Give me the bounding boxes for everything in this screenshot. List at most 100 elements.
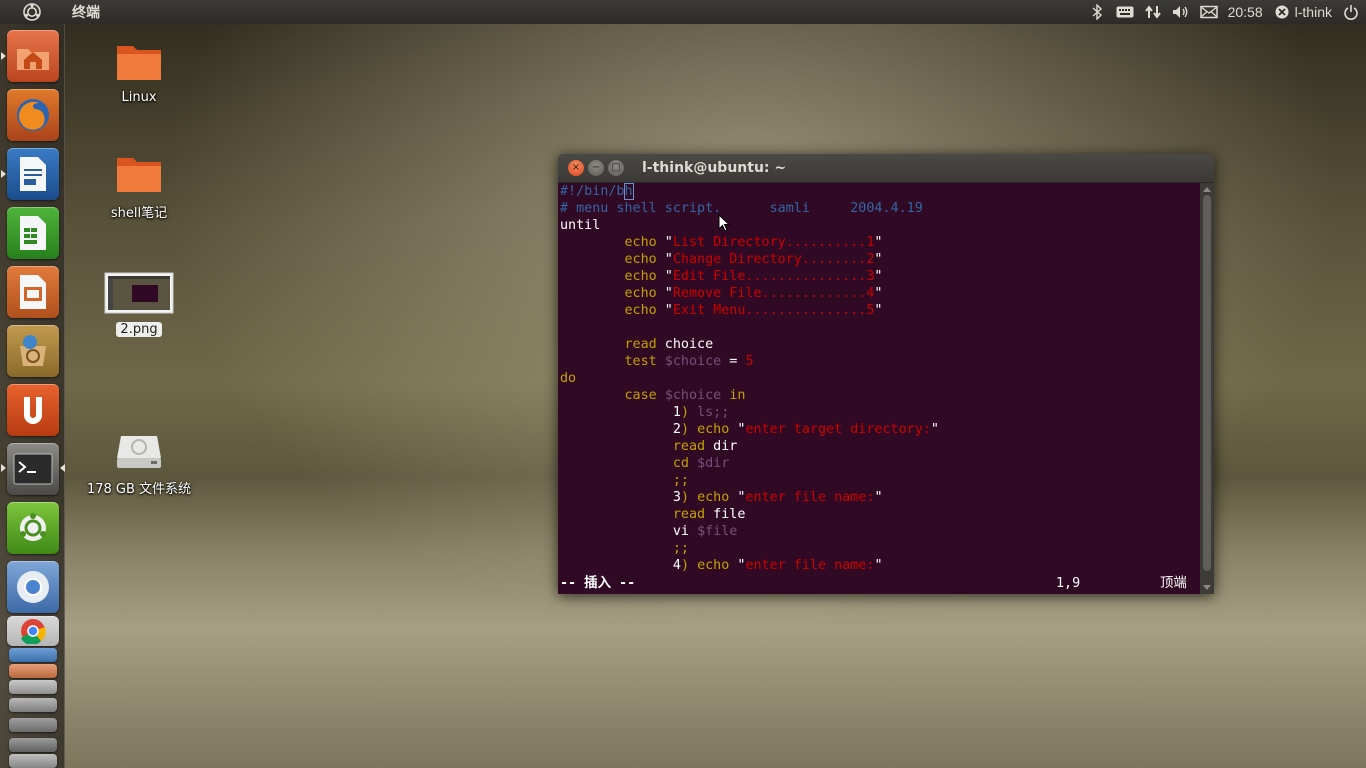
- terminal-text-area[interactable]: #!/bin/bh # menu shell script. samli 2004…: [558, 183, 1200, 594]
- terminal-line: 3) echo "enter file name:": [560, 489, 1200, 506]
- code-token: echo: [697, 490, 730, 505]
- window-titlebar[interactable]: × − □ l-think@ubuntu: ~: [558, 154, 1214, 183]
- code-token: echo: [624, 235, 657, 250]
- stacked-launcher-item[interactable]: [9, 648, 57, 662]
- code-token: case: [624, 388, 657, 403]
- running-indicator: [1, 170, 6, 178]
- code-token: cd: [672, 456, 689, 471]
- volume-icon[interactable]: [1172, 3, 1190, 21]
- code-token: file: [705, 507, 746, 522]
- mail-icon[interactable]: [1199, 3, 1218, 21]
- chrome-icon[interactable]: [7, 616, 59, 646]
- chromium-icon[interactable]: [7, 561, 59, 613]
- code-token: echo: [697, 558, 730, 573]
- home-folder-icon[interactable]: [7, 30, 59, 82]
- stacked-launcher-item[interactable]: [9, 698, 57, 712]
- running-indicator: [1, 464, 6, 472]
- ubuntu-logo-icon[interactable]: [0, 0, 64, 24]
- code-token: vi: [672, 524, 689, 539]
- stacked-launcher-item[interactable]: [9, 754, 57, 768]
- code-token: 3: [560, 490, 681, 505]
- network-icon[interactable]: [1144, 3, 1162, 21]
- code-token: choice: [656, 337, 714, 352]
- close-button[interactable]: ×: [568, 160, 584, 176]
- keyboard-icon[interactable]: [1116, 3, 1134, 21]
- terminal-line: cd $dir: [560, 455, 1200, 472]
- code-token: ": [729, 422, 746, 437]
- code-token: Change Directory........2: [672, 252, 875, 267]
- code-token: Edit File...............3: [672, 269, 875, 284]
- app-icon[interactable]: [7, 502, 59, 554]
- terminal-line: echo "Exit Menu...............5": [560, 302, 1200, 319]
- stacked-launcher-item[interactable]: [9, 738, 57, 752]
- scroll-up-arrow[interactable]: [1203, 187, 1211, 192]
- desktop-icon-image[interactable]: 2.png: [79, 272, 199, 337]
- code-token: ": [874, 558, 883, 573]
- user-status-icon: [1273, 3, 1291, 21]
- vim-status-line: -- 插入 -- 1,9 顶端: [558, 574, 1200, 594]
- active-indicator: [60, 464, 65, 472]
- maximize-button[interactable]: □: [608, 160, 624, 176]
- text-cursor: h: [623, 183, 634, 200]
- terminal-line: #!/bin/bh: [560, 183, 1200, 200]
- code-token: ): [680, 490, 689, 505]
- power-icon[interactable]: [1342, 3, 1360, 21]
- terminal-line: read file: [560, 506, 1200, 523]
- desktop-icon-shell-notes[interactable]: shell笔记: [79, 152, 199, 221]
- code-token: $choice: [664, 354, 722, 369]
- ubuntu-one-icon[interactable]: [7, 384, 59, 436]
- firefox-icon[interactable]: [7, 89, 59, 141]
- bluetooth-icon[interactable]: [1088, 3, 1106, 21]
- scroll-position: 顶端: [1160, 576, 1187, 591]
- stacked-launcher-item[interactable]: [9, 718, 57, 732]
- image-thumbnail-icon: [79, 272, 199, 318]
- cursor-position: 1,9: [1056, 576, 1081, 591]
- desktop-icon-linux[interactable]: Linux: [79, 40, 199, 105]
- software-center-icon[interactable]: [7, 325, 59, 377]
- terminal-line: vi $file: [560, 523, 1200, 540]
- code-token: enter target directory:: [745, 422, 931, 437]
- clock[interactable]: 20:58: [1228, 4, 1263, 20]
- code-token: Remove File.............4: [672, 286, 875, 301]
- desktop-icon-label: shell笔记: [110, 206, 168, 221]
- desktop-icon-label: Linux: [121, 90, 157, 105]
- stacked-launcher-item[interactable]: [9, 664, 57, 678]
- code-token: enter file name:: [745, 558, 875, 573]
- scroll-down-arrow[interactable]: [1203, 585, 1211, 590]
- code-token: echo: [624, 269, 657, 284]
- scrollbar[interactable]: [1200, 183, 1214, 594]
- code-token: ": [930, 422, 939, 437]
- code-token: ": [874, 252, 883, 267]
- terminal-icon[interactable]: [7, 443, 59, 495]
- hard-drive-icon: [79, 432, 199, 474]
- impress-icon[interactable]: [7, 266, 59, 318]
- terminal-line: ;;: [560, 472, 1200, 489]
- desktop-icon-filesystem[interactable]: 178 GB 文件系统: [79, 432, 199, 497]
- code-token: ": [874, 269, 883, 284]
- terminal-line: 2) echo "enter target directory:": [560, 421, 1200, 438]
- code-token: ": [874, 303, 883, 318]
- scrollbar-thumb[interactable]: [1203, 195, 1211, 571]
- writer-icon[interactable]: [7, 148, 59, 200]
- code-token: ": [656, 252, 673, 267]
- calc-icon[interactable]: [7, 207, 59, 259]
- code-token: ": [656, 269, 673, 284]
- user-menu[interactable]: l-think: [1273, 3, 1332, 21]
- stacked-launcher-item[interactable]: [9, 680, 57, 694]
- code-token: ): [680, 405, 689, 420]
- minimize-button[interactable]: −: [588, 160, 604, 176]
